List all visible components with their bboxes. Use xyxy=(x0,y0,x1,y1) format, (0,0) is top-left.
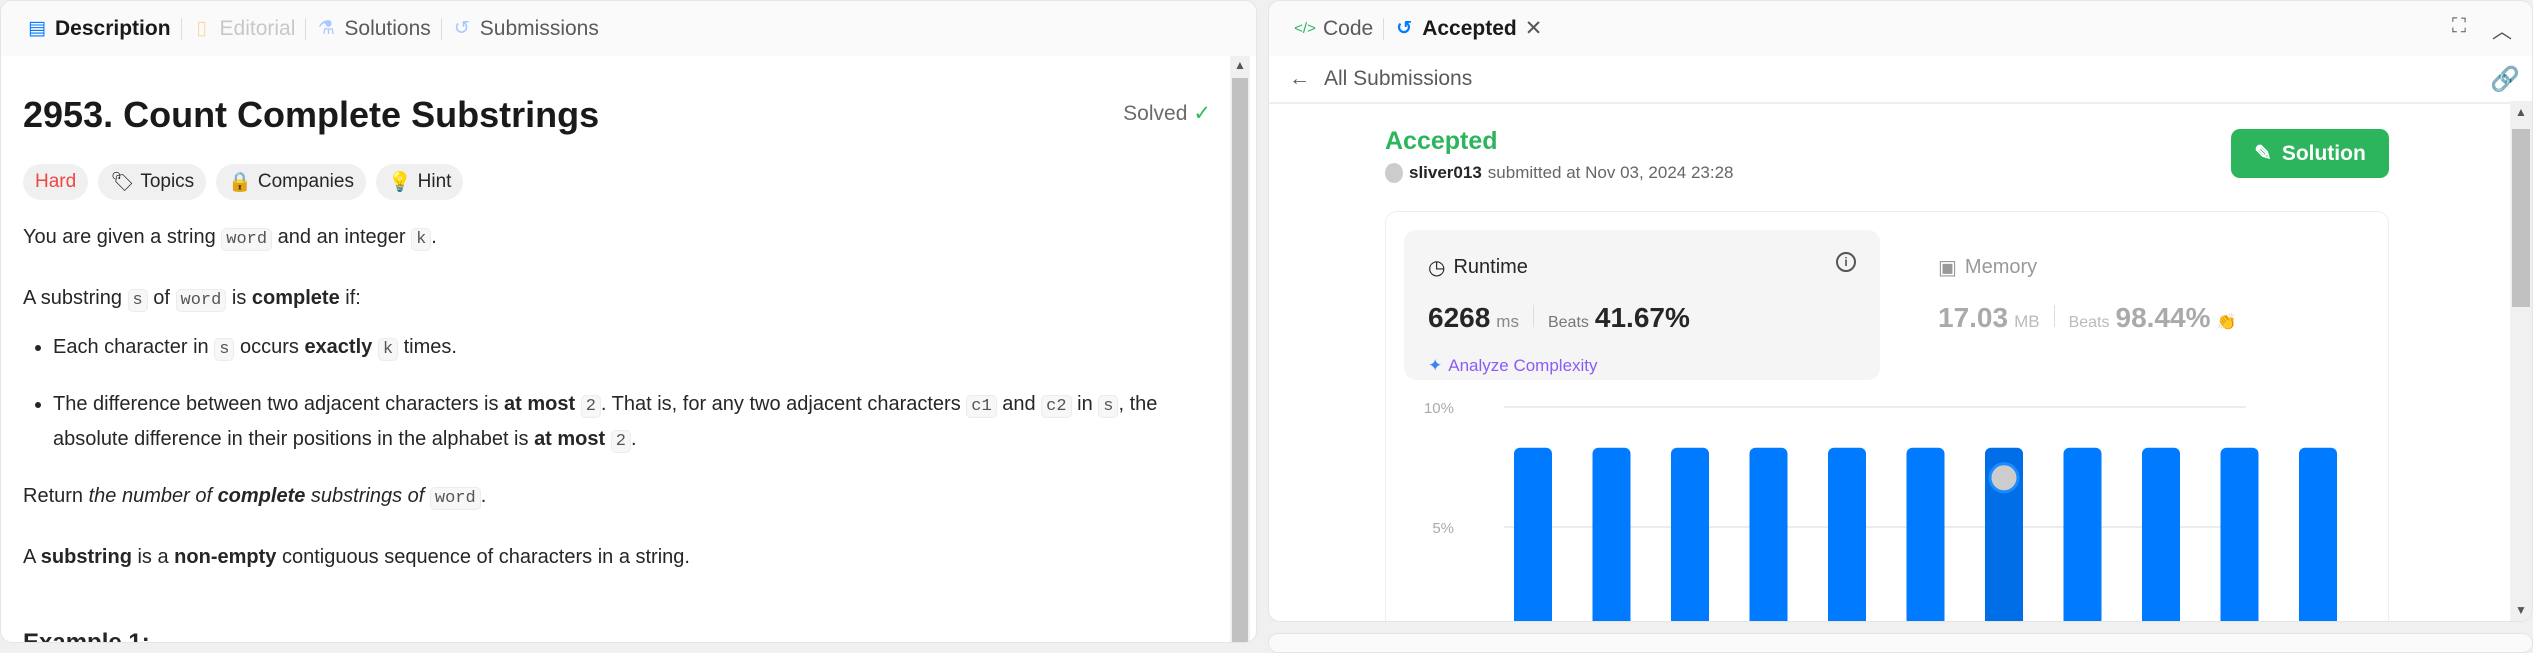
bottom-panel xyxy=(1268,633,2533,653)
submission-meta: sliver013 submitted at Nov 03, 2024 23:28 xyxy=(1385,163,1734,183)
edit-icon: ✎ xyxy=(2254,142,2272,165)
right-tab-bar: </> Code ↺ Accepted ✕ xyxy=(1269,1,2532,56)
link-icon[interactable]: 🔗 xyxy=(2490,65,2520,94)
collapse-icon[interactable]: ︿ xyxy=(2492,15,2512,44)
runtime-distribution-chart: 5% 10% xyxy=(1424,400,2337,622)
scrollbar[interactable]: ▲ ▼ xyxy=(2510,101,2532,621)
chart-bar[interactable] xyxy=(2220,447,2259,622)
tab-solutions[interactable]: ⚗ Solutions xyxy=(306,17,440,41)
history-icon: ↺ xyxy=(453,18,470,39)
scroll-up-icon[interactable]: ▲ xyxy=(2515,105,2527,119)
tag-icon: 🏷 xyxy=(110,172,135,193)
chart-bar[interactable] xyxy=(1592,447,1631,622)
lightbulb-icon: 💡 xyxy=(387,172,412,193)
chart-bar[interactable] xyxy=(2142,447,2180,622)
page-title: 2953. Count Complete Substrings xyxy=(23,94,600,135)
list-item: The difference between two adjacent char… xyxy=(53,381,1216,465)
flask-icon: ⚗ xyxy=(317,18,335,39)
history-icon: ↺ xyxy=(1396,18,1413,39)
y-tick-label: 10% xyxy=(1424,400,1454,417)
check-circle-icon: ✓ xyxy=(1193,102,1211,125)
paragraph-substring: A substring is a non-empty contiguous se… xyxy=(23,546,690,568)
problem-content: 2953. Count Complete Substrings Solved ✓ … xyxy=(23,56,1216,581)
code-icon: </> xyxy=(1294,20,1316,37)
stats-card: ◷ Runtime i 6268 ms Beats 41.67% ✦ Analyze Co… xyxy=(1385,211,2389,622)
user-avatar-marker xyxy=(1988,462,2020,494)
paragraph-definition: A substring s of word is complete if: xyxy=(23,287,361,312)
conditions-list: Each character in s occurs exactly k tim… xyxy=(53,324,1216,465)
username[interactable]: sliver013 xyxy=(1409,163,1482,183)
scroll-down-icon[interactable]: ▼ xyxy=(2515,603,2527,617)
arrow-left-icon: ← xyxy=(1289,67,1310,90)
book-icon: ▯ xyxy=(196,18,207,39)
maximize-icon[interactable]: ⛶ xyxy=(2452,15,2466,44)
tab-submissions[interactable]: ↺ Submissions xyxy=(442,17,609,41)
close-icon[interactable]: ✕ xyxy=(1525,16,1543,41)
y-tick-label: 5% xyxy=(1432,520,1454,537)
submission-panel: </> Code ↺ Accepted ✕ ⛶ ︿ ← All Submissions 🔗… xyxy=(1268,0,2533,622)
difficulty-badge: Hard xyxy=(23,164,89,200)
companies-button[interactable]: 🔒 Companies xyxy=(216,164,366,200)
hint-button[interactable]: 💡 Hint xyxy=(375,164,464,200)
paragraph-intro: You are given a string word and an integ… xyxy=(23,226,437,251)
description-panel: ▤ Description ▯ Editorial ⚗ Solutions ↺ Subm… xyxy=(0,0,1257,643)
paragraph-return: Return the number of complete substrings… xyxy=(23,485,487,510)
tab-accepted[interactable]: ↺ Accepted ✕ xyxy=(1384,16,1552,41)
topics-button[interactable]: 🏷 Topics xyxy=(98,164,207,200)
example-heading: Example 1: xyxy=(23,629,150,643)
chart-bar[interactable] xyxy=(1671,447,1709,622)
lock-icon: 🔒 xyxy=(228,172,252,193)
solution-button[interactable]: ✎ Solution xyxy=(2231,129,2389,178)
scrollbar[interactable]: ▲ xyxy=(1230,56,1250,642)
tab-code[interactable]: </> Code xyxy=(1285,17,1383,41)
chart-bar[interactable] xyxy=(1514,447,1552,622)
chart-bar[interactable] xyxy=(2299,447,2337,622)
tab-description[interactable]: ▤ Description xyxy=(17,17,181,41)
chart-bar[interactable] xyxy=(1749,447,1788,622)
back-link[interactable]: ← All Submissions xyxy=(1269,56,2532,104)
left-tab-bar: ▤ Description ▯ Editorial ⚗ Solutions ↺ Subm… xyxy=(1,1,1256,56)
chart-bar[interactable] xyxy=(1828,447,1866,622)
solved-status: Solved ✓ xyxy=(1123,102,1211,125)
scroll-up-icon[interactable]: ▲ xyxy=(1234,58,1246,72)
chart-bar[interactable] xyxy=(1906,447,1945,622)
submission-status: Accepted xyxy=(1385,127,1498,155)
tab-editorial[interactable]: ▯ Editorial xyxy=(182,17,306,41)
description-icon: ▤ xyxy=(28,18,46,39)
avatar xyxy=(1385,163,1403,183)
list-item: Each character in s occurs exactly k tim… xyxy=(53,324,1216,373)
chart-bar[interactable] xyxy=(2063,447,2102,622)
